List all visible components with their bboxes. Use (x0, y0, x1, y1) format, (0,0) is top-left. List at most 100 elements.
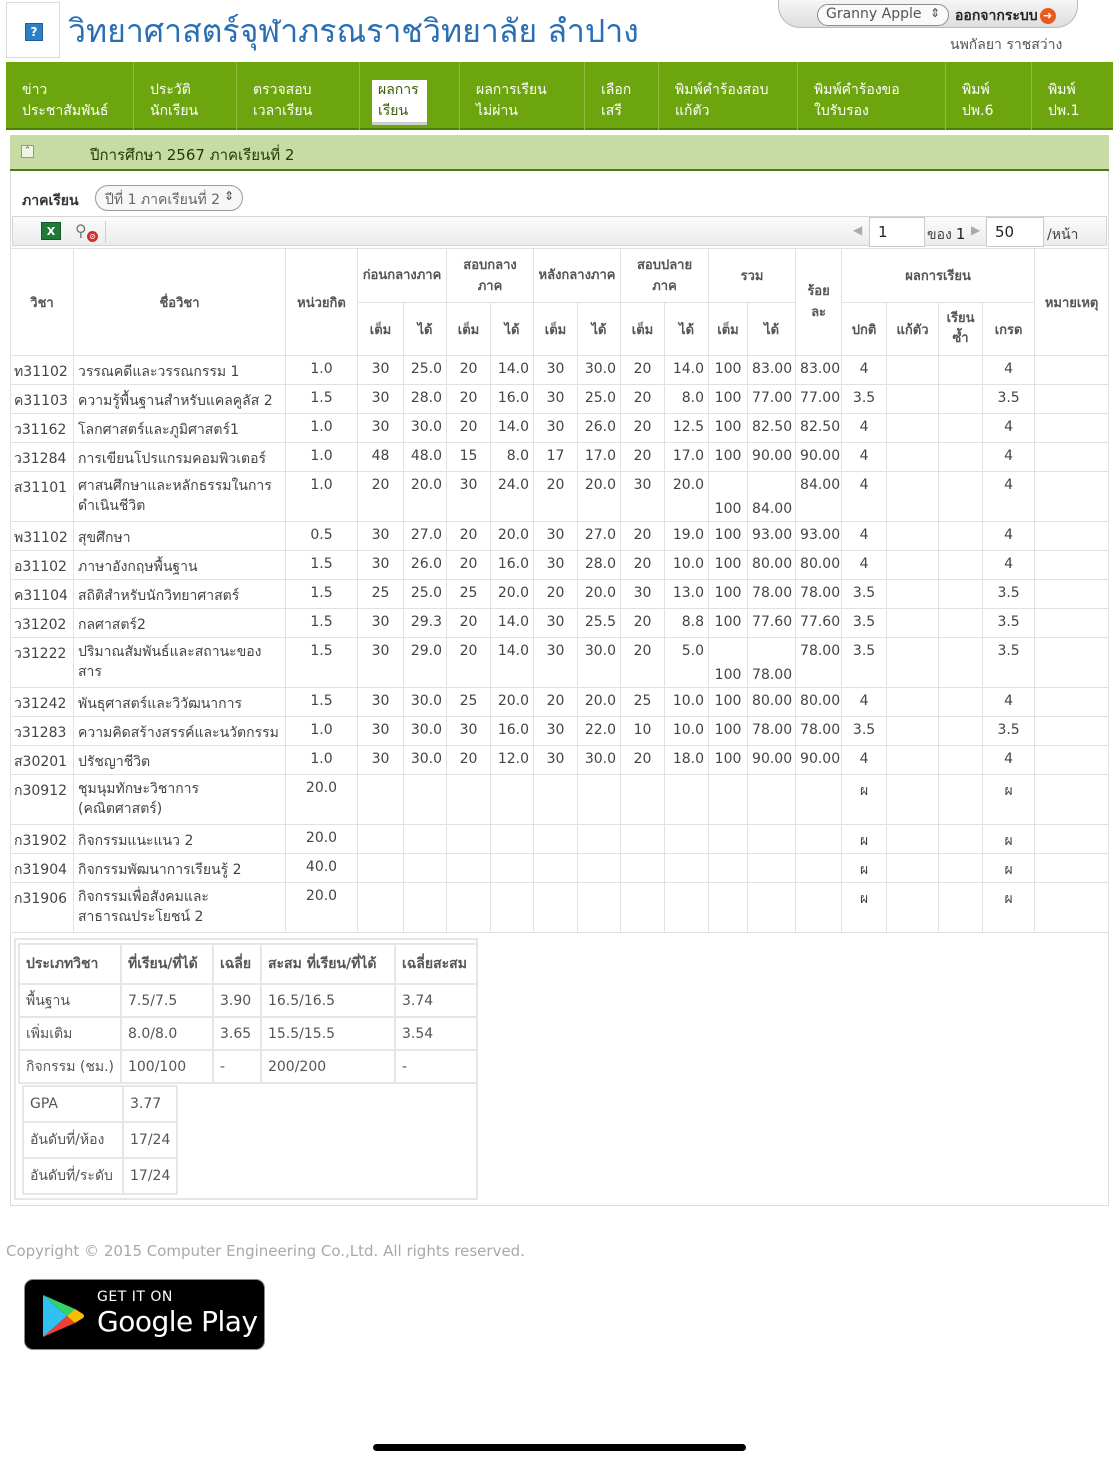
cell-remark (1034, 608, 1110, 638)
cell-pre-full: 30 (357, 745, 404, 775)
cell-mid-full: 25 (446, 579, 491, 609)
cell-mid-full: 15 (446, 442, 491, 472)
column-header-full[interactable]: เต็ม (620, 302, 666, 356)
clear-filter-icon[interactable]: ⚲ ⊘ (75, 222, 98, 242)
nav-item-attendance[interactable]: ตรวจสอบ เวลาเรียน (237, 62, 360, 130)
cell-total-full: 100 (708, 608, 749, 638)
next-page-icon[interactable]: ▶ (971, 223, 980, 237)
nav-item-electives[interactable]: เลือก เสรี (585, 62, 659, 130)
nav-item-student-profile[interactable]: ประวัติ นักเรียน (134, 62, 237, 130)
column-header-got[interactable]: ได้ (489, 302, 535, 356)
column-header-full[interactable]: เต็ม (357, 302, 404, 356)
column-header-full[interactable]: เต็ม (446, 302, 491, 356)
cell-grade: 4 (982, 745, 1036, 775)
table-row[interactable]: ก31906 กิจกรรมเพื่อสังคมและสาธารณประโยชน์… (10, 882, 1110, 933)
cell-post-full: 20 (533, 471, 579, 522)
cell-repeat (938, 608, 984, 638)
nav-item-failed-grades[interactable]: ผลการเรียน ไม่ผ่าน (460, 62, 585, 130)
column-header-remark[interactable]: หมายเหตุ (1034, 248, 1110, 356)
semester-select[interactable]: ปีที่ 1 ภาคเรียนที่ 2 ⇕ (95, 185, 243, 211)
nav-item-print-certificate-request[interactable]: พิมพ์คำร้องขอ ใบรับรอง (798, 62, 946, 130)
nav-item-news[interactable]: ข่าว ประชาสัมพันธ์ (6, 62, 134, 130)
google-play-badge[interactable]: GET IT ON Google Play (24, 1279, 265, 1350)
column-header-full[interactable]: เต็ม (708, 302, 749, 356)
page-number-input[interactable]: 1 (869, 217, 925, 247)
table-row[interactable]: ส30201 ปรัชญาชีวิต 1.0 30 30.0 20 12.0 30 30.0 20… (10, 745, 1110, 775)
column-header-credit[interactable]: หน่วยกิต (285, 248, 358, 356)
table-row[interactable]: ท31102 วรรณคดีและวรรณกรรม 1 1.0 30 25.0 20 14.… (10, 355, 1110, 385)
cell-credit: 1.5 (285, 550, 358, 580)
cell-subject: ความคิดสร้างสรรค์และนวัตกรรม (73, 716, 286, 746)
table-row[interactable]: ว31162 โลกศาสตร์และภูมิศาสตร์1 1.0 30 30.0 20… (10, 413, 1110, 443)
page-size-input[interactable]: 50 (986, 217, 1044, 247)
cell-pre-full: 30 (357, 637, 404, 688)
nav-item-print-pp6[interactable]: พิมพ์ ปพ.6 (946, 62, 1032, 130)
summary-cell: เพิ่มเติม (18, 1016, 122, 1051)
column-header-subject[interactable]: ชื่อวิชา (73, 248, 286, 356)
table-row[interactable]: ส31101 ศาสนศึกษาและหลักธรรมในการดำเนินชีว… (10, 471, 1110, 522)
export-excel-icon[interactable]: X (41, 222, 61, 240)
table-row[interactable]: ค31103 ความรู้พื้นฐานสำหรับแคลคูลัส 2 1.5 3… (10, 384, 1110, 414)
cell-mid-full: 20 (446, 745, 491, 775)
logout-label: ออกจากระบบ (955, 8, 1038, 24)
column-header-got[interactable]: ได้ (747, 302, 797, 356)
cell-total-got: 93.00 (747, 521, 797, 551)
nav-item-grades[interactable]: ผลการ เรียน (360, 62, 460, 130)
column-header-code[interactable]: วิชา (10, 248, 74, 356)
table-row[interactable]: ว31283 ความคิดสร้างสรรค์และนวัตกรรม 1.0 30 3… (10, 716, 1110, 746)
collapse-icon[interactable]: ⌃ (21, 145, 34, 158)
chevron-updown-icon: ⇕ (929, 6, 940, 20)
summary-cell: 100/100 (119, 1049, 214, 1084)
table-row[interactable]: ว31202 กลศาสตร์2 1.5 30 29.3 20 14.0 30 25.5 20 8.… (10, 608, 1110, 638)
column-header-grade[interactable]: เกรด (982, 302, 1036, 356)
nav-item-print-retest-request[interactable]: พิมพ์คำร้องสอบ แก้ตัว (659, 62, 798, 130)
cell-credit: 1.5 (285, 608, 358, 638)
cell-subject: กลศาสตร์2 (73, 608, 286, 638)
column-header-got[interactable]: ได้ (403, 302, 447, 356)
cell-subject: กิจกรรมแนะแนว 2 (73, 824, 286, 854)
column-header-normal[interactable]: ปกติ (841, 302, 888, 356)
previous-page-icon[interactable]: ◀ (853, 223, 862, 237)
cell-mid-got: 8.0 (489, 442, 535, 472)
table-row[interactable]: พ31102 สุขศึกษา 0.5 30 27.0 20 20.0 30 27.0 20 19.… (10, 521, 1110, 551)
cell-total-got: 78.00 (747, 579, 797, 609)
table-row[interactable]: ก30912 ชุมนุมทักษะวิชาการ (คณิตศาสตร์) 20.… (10, 774, 1110, 825)
table-row[interactable]: ค31104 สถิติสำหรับนักวิทยาศาสตร์ 1.5 25 25.0… (10, 579, 1110, 609)
table-row[interactable]: ว31284 การเขียนโปรแกรมคอมพิวเตอร์ 1.0 48 48.… (10, 442, 1110, 472)
table-row[interactable]: ก31902 กิจกรรมแนะแนว 2 20.0 ผ ผ (10, 824, 1110, 854)
cell-repeat (938, 745, 984, 775)
cell-post-got: 30.0 (577, 745, 622, 775)
table-row[interactable]: อ31102 ภาษาอังกฤษพื้นฐาน 1.5 30 26.0 20 16.0 30… (10, 550, 1110, 580)
app-logo[interactable]: ? (6, 2, 60, 58)
summary-cell: - (393, 1049, 478, 1084)
column-header-got[interactable]: ได้ (664, 302, 710, 356)
cell-credit: 1.5 (285, 637, 358, 688)
cell-grade: ผ (982, 774, 1036, 825)
cell-post-got: 28.0 (577, 550, 622, 580)
theme-select[interactable]: Granny Apple ⇕ (817, 4, 949, 26)
column-header-got[interactable]: ได้ (577, 302, 622, 356)
table-row[interactable]: ก31904 กิจกรรมพัฒนาการเรียนรู้ 2 40.0 ผ ผ (10, 853, 1110, 883)
column-header-repeat[interactable]: เรียนซ้ำ (938, 302, 984, 356)
cell-total-full (708, 853, 749, 883)
cell-post-got (577, 774, 622, 825)
cell-remark (1034, 882, 1110, 933)
cell-credit: 1.5 (285, 384, 358, 414)
cell-mid-full: 20 (446, 637, 491, 688)
cell-remark (1034, 413, 1110, 443)
cell-grade: 3.5 (982, 637, 1036, 688)
nav-item-print-pp1[interactable]: พิมพ์ ปพ.1 (1032, 62, 1113, 130)
cell-retest (886, 442, 940, 472)
column-header-retest[interactable]: แก้ตัว (886, 302, 940, 356)
home-indicator[interactable] (373, 1444, 746, 1451)
logout-button[interactable]: ออกจากระบบ ➜ (955, 5, 1056, 27)
user-name: นพกัลยา ราชสว่าง (950, 37, 1063, 53)
table-row[interactable]: ว31222 ปริมาณสัมพันธ์และสถานะของสาร 1.5 30 2… (10, 637, 1110, 688)
column-header-full[interactable]: เต็ม (533, 302, 579, 356)
cell-post-got: 17.0 (577, 442, 622, 472)
column-header-percent[interactable]: ร้อยละ (795, 248, 843, 356)
cell-pre-full: 30 (357, 384, 404, 414)
cell-total-got: 80.00 (747, 687, 797, 717)
cell-post-full: 30 (533, 521, 579, 551)
table-row[interactable]: ว31242 พันธุศาสตร์และวิวัฒนาการ 1.5 30 30.0 2… (10, 687, 1110, 717)
